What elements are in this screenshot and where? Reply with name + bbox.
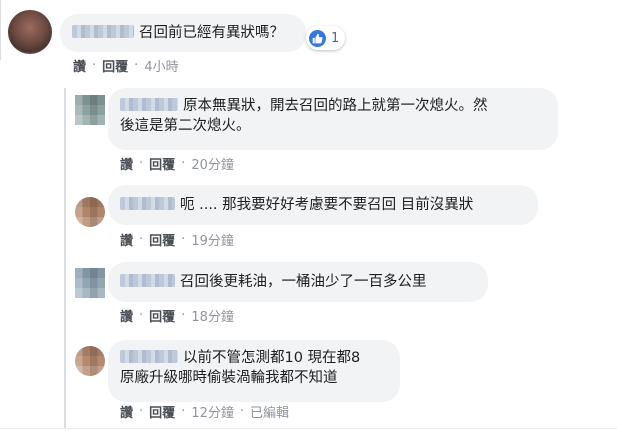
like-link[interactable]: 讚 — [120, 230, 133, 249]
separator: · — [139, 404, 144, 419]
commenter-name-blurred[interactable] — [72, 25, 134, 38]
reaction-badge[interactable]: 1 — [306, 26, 346, 50]
thumbs-up-icon — [309, 29, 326, 47]
separator: · — [181, 232, 186, 247]
separator: · — [181, 308, 186, 323]
reply-text-line1: 原本無異狀，開去召回的路上就第一次熄火。然 — [183, 98, 488, 114]
reply-bubble: 以前不管怎測都10 現在都8 原廠升級哪時偷裝渦輪我都不知道 — [108, 340, 400, 402]
separator: · — [134, 58, 139, 73]
comment-thread: 召回前已經有異狀嗎？ 1 讚 · 回覆 · 4小時 原本無異狀，開去召回的路上就… — [0, 0, 617, 431]
reply-actions: 讚 · 回覆 · 12分鐘 · 已編輯 — [120, 402, 289, 421]
separator: · — [239, 404, 244, 419]
reply-text: 呃 .... 那我要好好考慮要不要召回 目前沒異狀 — [180, 197, 474, 213]
comment-bubble: 召回前已經有異狀嗎？ — [60, 14, 306, 52]
commenter-name-blurred[interactable] — [120, 98, 178, 111]
avatar[interactable] — [75, 197, 105, 227]
timestamp[interactable]: 18分鐘 — [191, 306, 234, 325]
reply-actions: 讚 · 回覆 · 20分鐘 — [120, 154, 234, 173]
avatar[interactable] — [75, 95, 105, 125]
reply-thread-line — [64, 88, 66, 428]
frame-border — [0, 0, 1, 60]
commenter-name-blurred[interactable] — [120, 350, 178, 363]
reply-bubble: 呃 .... 那我要好好考慮要不要召回 目前沒異狀 — [108, 185, 538, 225]
like-link[interactable]: 讚 — [120, 402, 133, 421]
reply-text-line1: 以前不管怎測都10 現在都8 — [183, 350, 361, 366]
reply-text: 召回後更耗油，一桶油少了一百多公里 — [180, 274, 427, 290]
separator: · — [139, 308, 144, 323]
reply-bubble: 召回後更耗油，一桶油少了一百多公里 — [108, 262, 488, 302]
reply-actions: 讚 · 回覆 · 18分鐘 — [120, 306, 234, 325]
reply-text-line2: 原廠升級哪時偷裝渦輪我都不知道 — [120, 370, 338, 386]
timestamp[interactable]: 4小時 — [144, 56, 178, 75]
comment-actions: 讚 · 回覆 · 4小時 — [73, 56, 179, 75]
reply-actions: 讚 · 回覆 · 19分鐘 — [120, 230, 234, 249]
reply-bubble: 原本無異狀，開去召回的路上就第一次熄火。然 後這是第二次熄火。 — [108, 88, 558, 150]
timestamp[interactable]: 12分鐘 — [191, 402, 234, 421]
separator: · — [139, 232, 144, 247]
like-link[interactable]: 讚 — [73, 56, 86, 75]
comment-text: 召回前已經有異狀嗎？ — [139, 25, 284, 41]
separator: · — [181, 156, 186, 171]
avatar[interactable] — [8, 10, 52, 54]
reply-link[interactable]: 回覆 — [149, 230, 175, 249]
like-link[interactable]: 讚 — [120, 306, 133, 325]
separator: · — [139, 156, 144, 171]
separator: · — [92, 58, 97, 73]
timestamp[interactable]: 19分鐘 — [191, 230, 234, 249]
like-link[interactable]: 讚 — [120, 154, 133, 173]
reply-text-line2: 後這是第二次熄火。 — [120, 118, 251, 134]
avatar[interactable] — [75, 268, 105, 298]
commenter-name-blurred[interactable] — [120, 197, 175, 210]
edited-label[interactable]: 已編輯 — [250, 402, 289, 421]
reply-link[interactable]: 回覆 — [102, 56, 128, 75]
timestamp[interactable]: 20分鐘 — [191, 154, 234, 173]
avatar[interactable] — [75, 346, 105, 376]
divider — [0, 428, 617, 429]
reply-link[interactable]: 回覆 — [149, 154, 175, 173]
reply-link[interactable]: 回覆 — [149, 402, 175, 421]
reaction-count: 1 — [331, 30, 340, 46]
reply-link[interactable]: 回覆 — [149, 306, 175, 325]
commenter-name-blurred[interactable] — [120, 274, 175, 287]
separator: · — [181, 404, 186, 419]
